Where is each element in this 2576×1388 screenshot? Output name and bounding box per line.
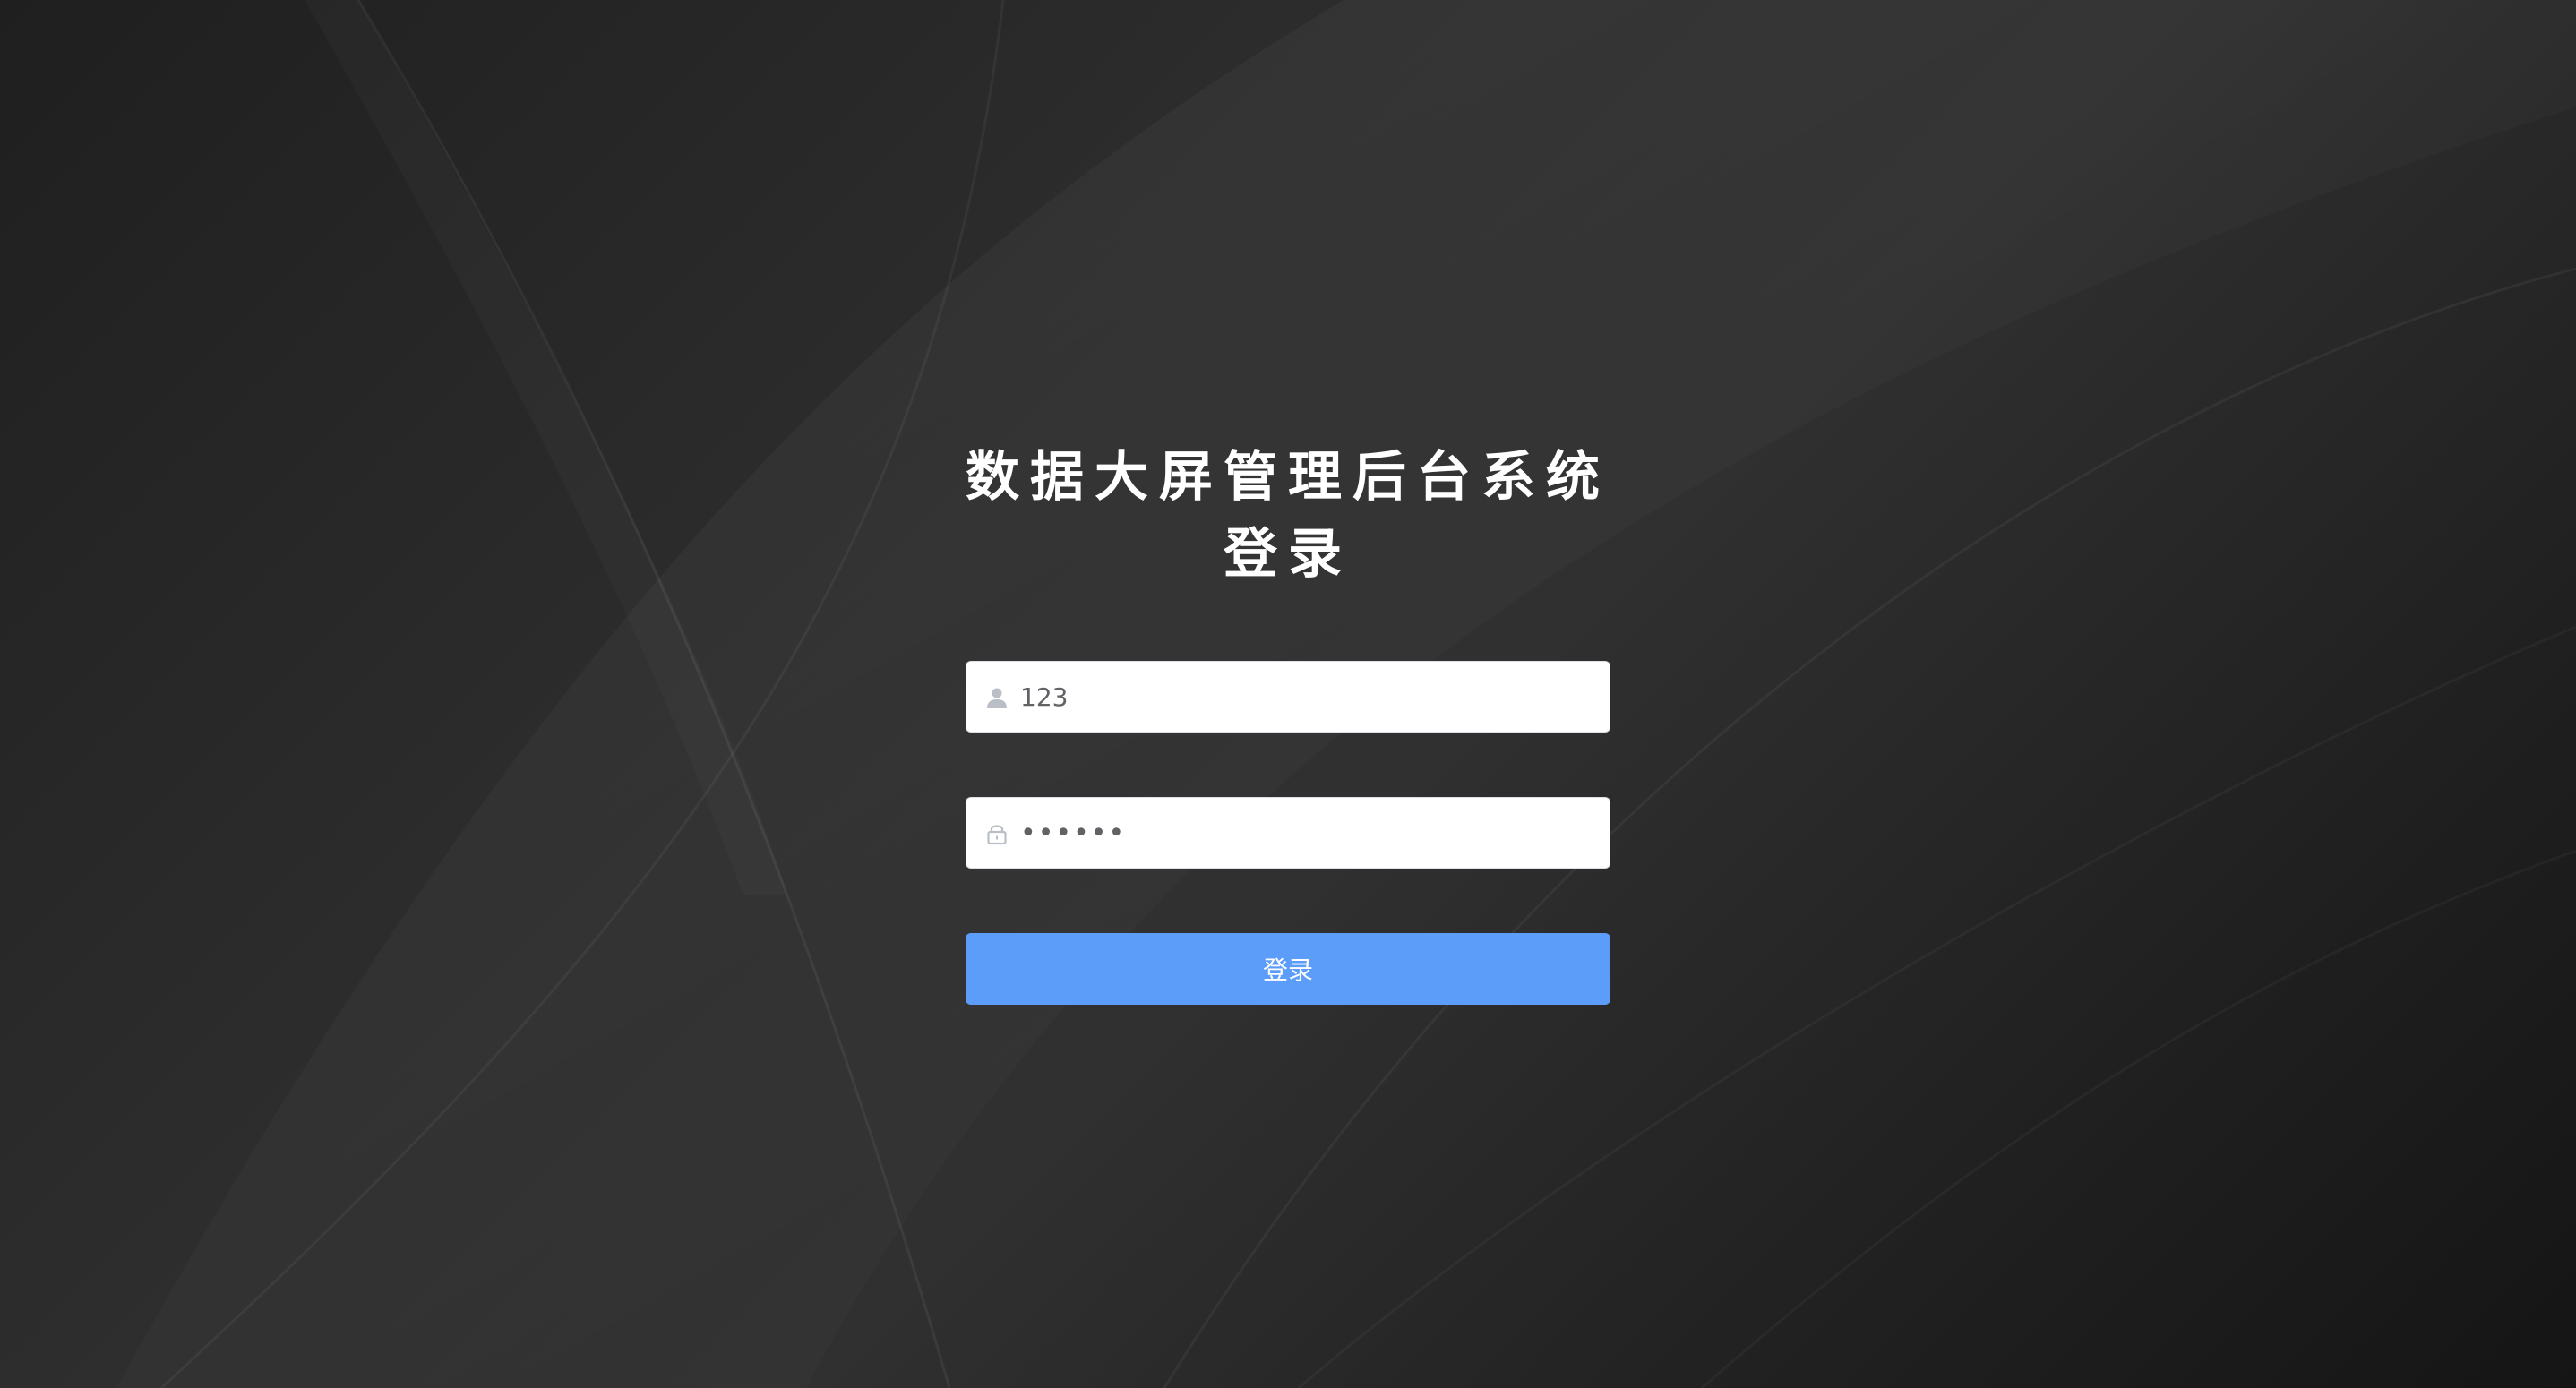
login-page: 数据大屏管理后台系统 登录 登录 xyxy=(0,0,2576,1388)
login-button[interactable]: 登录 xyxy=(966,933,1610,1005)
user-icon xyxy=(987,688,1007,708)
login-panel: 数据大屏管理后台系统 登录 登录 xyxy=(966,439,1610,1005)
password-field[interactable] xyxy=(966,797,1610,869)
page-title: 数据大屏管理后台系统 登录 xyxy=(966,439,1610,593)
username-input[interactable] xyxy=(1020,662,1593,732)
page-title-line1: 数据大屏管理后台系统 xyxy=(966,446,1610,509)
lock-icon xyxy=(987,825,1007,845)
password-input[interactable] xyxy=(1020,798,1593,868)
username-field[interactable] xyxy=(966,661,1610,733)
page-title-line2: 登录 xyxy=(1224,523,1352,586)
